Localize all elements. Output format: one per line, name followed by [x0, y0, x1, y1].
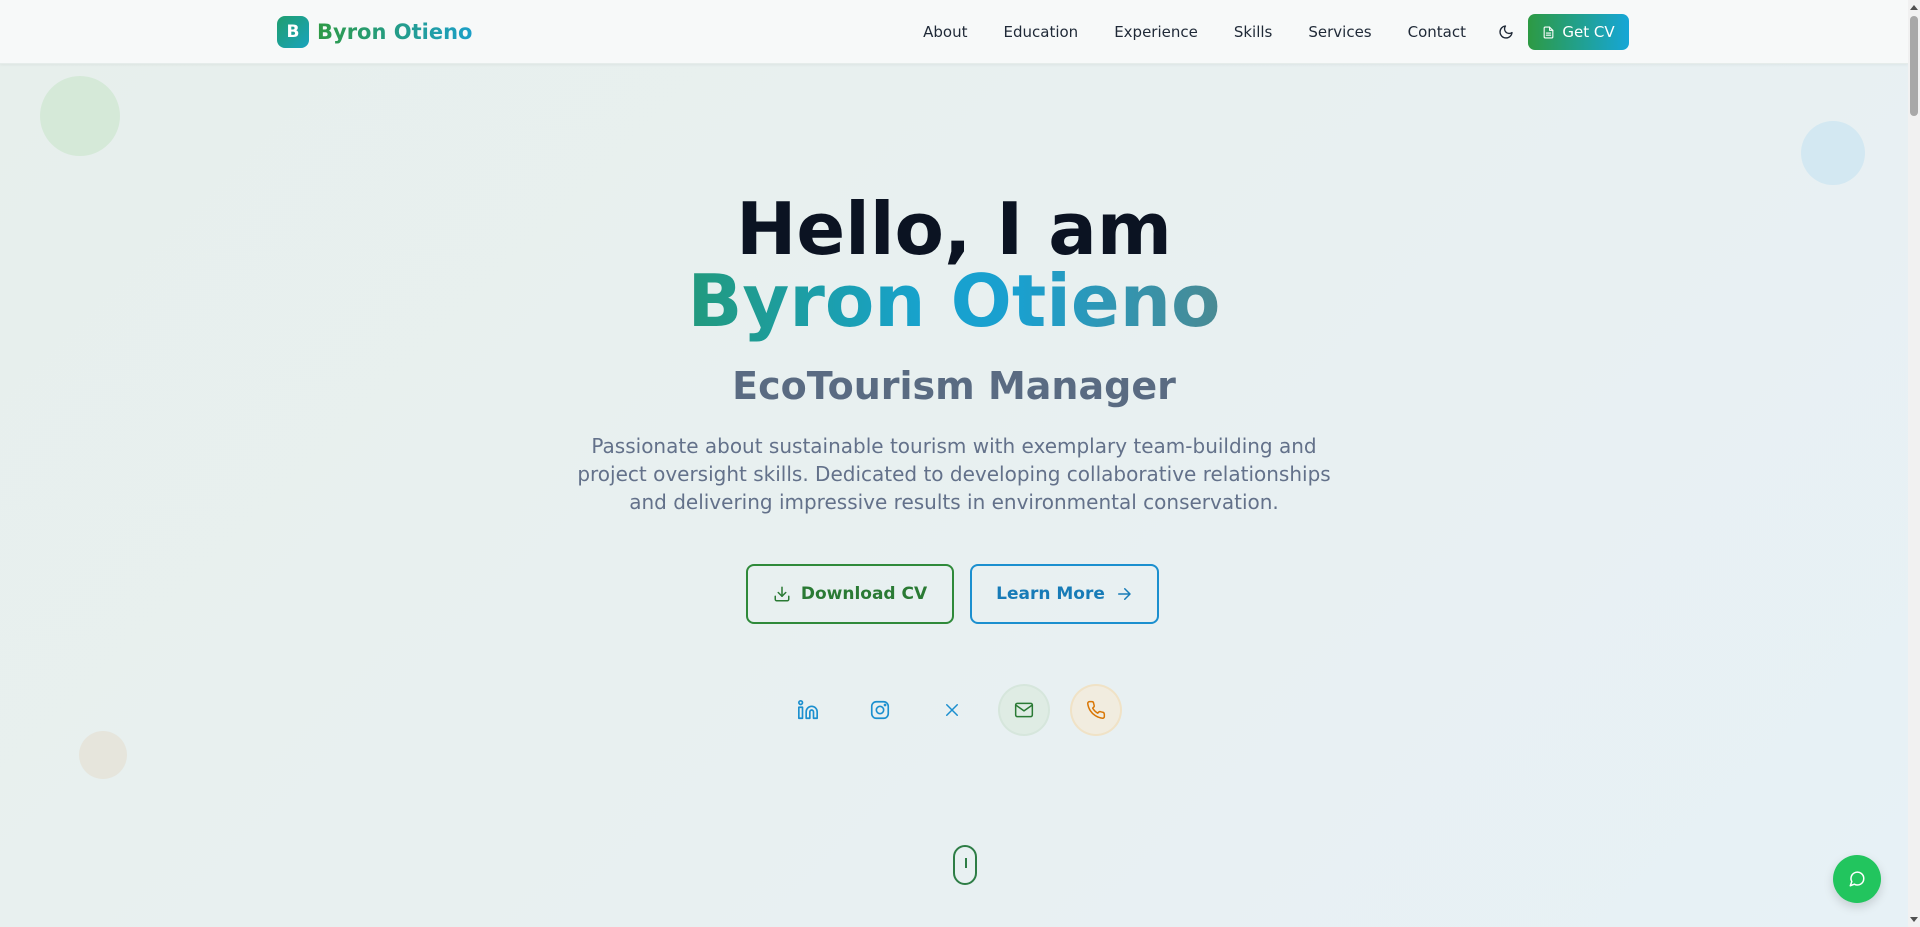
hero-role: EcoTourism Manager — [732, 364, 1176, 408]
x-link[interactable] — [928, 686, 976, 734]
download-cv-label: Download CV — [800, 584, 928, 604]
scroll-down-arrow[interactable] — [1910, 917, 1918, 922]
mail-link[interactable] — [1000, 686, 1048, 734]
nav-link-experience[interactable]: Experience — [1114, 23, 1198, 41]
get-cv-label: Get CV — [1562, 23, 1615, 41]
nav-link-contact[interactable]: Contact — [1408, 23, 1466, 41]
scroll-indicator-dot — [965, 858, 967, 868]
nav-link-education[interactable]: Education — [1004, 23, 1079, 41]
linkedin-link[interactable] — [784, 686, 832, 734]
scroll-indicator[interactable] — [953, 845, 977, 885]
phone-icon — [1087, 700, 1106, 719]
x-icon — [946, 704, 958, 716]
theme-toggle-button[interactable] — [1494, 20, 1518, 44]
arrow-right-icon — [1117, 588, 1131, 600]
decorative-circle — [1801, 121, 1865, 185]
hero-intro: Passionate about sustainable tourism wit… — [577, 434, 1331, 514]
brand-logo-badge: B — [277, 16, 309, 48]
download-cv-button[interactable]: Download CV — [746, 564, 954, 624]
nav-links: About Education Experience Skills Servic… — [887, 0, 1466, 64]
linkedin-icon — [798, 700, 818, 720]
document-icon — [1544, 26, 1554, 38]
hero-name: Byron Otieno — [0, 260, 1908, 342]
navbar: B Byron Otieno About Education Experienc… — [0, 0, 1908, 64]
decorative-circle — [79, 731, 127, 779]
page-scrollbar[interactable] — [1908, 0, 1920, 927]
social-links — [784, 686, 1120, 734]
phone-link[interactable] — [1072, 686, 1120, 734]
nav-link-services[interactable]: Services — [1308, 23, 1371, 41]
instagram-icon — [870, 700, 890, 720]
mail-icon — [1014, 702, 1034, 718]
moon-icon — [1499, 25, 1513, 39]
hero-name-text: Byron Otieno — [687, 259, 1221, 343]
download-icon — [774, 586, 790, 602]
decorative-circle — [40, 76, 120, 156]
chat-icon — [1849, 871, 1865, 887]
nav-link-skills[interactable]: Skills — [1234, 23, 1273, 41]
brand-logo-link[interactable]: B Byron Otieno — [277, 16, 472, 48]
instagram-link[interactable] — [856, 686, 904, 734]
chat-button[interactable] — [1833, 855, 1881, 903]
scrollbar-thumb[interactable] — [1910, 16, 1918, 116]
brand-name: Byron Otieno — [317, 20, 473, 44]
learn-more-button[interactable]: Learn More — [970, 564, 1159, 624]
get-cv-button[interactable]: Get CV — [1528, 14, 1629, 50]
learn-more-label: Learn More — [996, 584, 1105, 604]
hero-greeting: Hello, I am — [736, 187, 1172, 271]
nav-link-about[interactable]: About — [923, 23, 967, 41]
scroll-up-arrow[interactable] — [1910, 5, 1918, 10]
